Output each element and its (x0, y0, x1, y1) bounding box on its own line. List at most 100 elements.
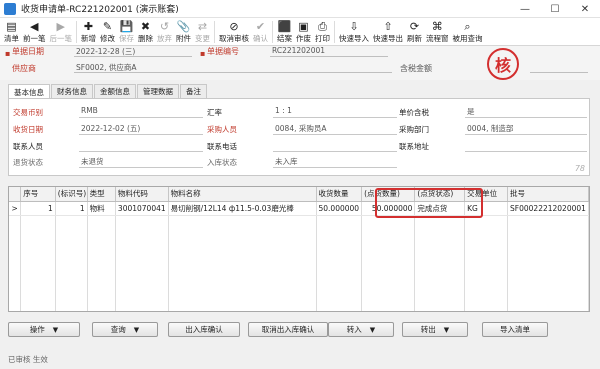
toolbar-button-edit[interactable]: ✎ 修改 (98, 18, 117, 46)
attachment-icon: 📎 (176, 20, 191, 33)
import-list-button[interactable]: 导入清单 (482, 322, 548, 337)
stock-confirm-button[interactable]: 出入库确认 (168, 322, 240, 337)
empty-cell (9, 285, 22, 299)
toolbar-button-quick-export[interactable]: ⇧ 快速导出 (371, 18, 405, 46)
column-header[interactable]: 序号 (20, 187, 56, 202)
toolbar-button-delete[interactable]: ✖ 删除 (136, 18, 155, 46)
window-controls: — ☐ ✕ (510, 0, 600, 18)
empty-cell (316, 215, 363, 229)
toolbar-button-arrow-right[interactable]: ▶ 后一笔 (48, 18, 75, 46)
cell-batch[interactable]: SF00022212020001 (507, 201, 589, 216)
cell-name[interactable]: 易切削钢/12L14 ф11.5-0.03磨光棒 (168, 201, 317, 216)
buyer-field[interactable] (273, 134, 397, 135)
empty-cell (168, 299, 317, 311)
empty-row (9, 243, 589, 257)
tab-0[interactable]: 基本信息 (8, 84, 50, 99)
empty-cell (115, 243, 169, 257)
dept-field[interactable] (465, 134, 587, 135)
tab-4[interactable]: 备注 (180, 84, 207, 98)
rate-field[interactable] (273, 117, 397, 118)
currency-field[interactable] (79, 117, 203, 118)
toolbar-button-save[interactable]: 💾 保存 (117, 18, 136, 46)
empty-cell (115, 229, 169, 243)
toolbar-button-label: 后一笔 (49, 34, 73, 43)
toolbar-button-label: 流程窗 (426, 34, 449, 43)
empty-cell (20, 229, 56, 243)
phone-label: 联系电话 (207, 142, 237, 151)
cell-tag[interactable]: 1 (55, 201, 88, 216)
toolbar-separator (76, 21, 77, 43)
toolbar-button-refresh[interactable]: ⟳ 刷新 (405, 18, 424, 46)
column-header[interactable]: 物料代码 (115, 187, 169, 202)
doc-no-field[interactable]: RC221202001 (270, 46, 388, 57)
column-header[interactable]: 批号 (507, 187, 589, 202)
close-button[interactable]: ✕ (570, 0, 600, 18)
empty-cell (168, 271, 317, 285)
cell-unit[interactable]: KG (464, 201, 509, 216)
empty-cell (20, 215, 56, 229)
toolbar-button-label: 刷新 (407, 34, 422, 43)
address-field[interactable] (465, 151, 587, 152)
column-header[interactable]: (点货数量) (361, 187, 416, 202)
transfer-in-button[interactable]: 转入 ▼ (328, 322, 394, 337)
supplier-field[interactable]: SF0002, 供应商A (74, 62, 392, 73)
transfer-out-button[interactable]: 转出 ▼ (402, 322, 468, 337)
toolbar-button-usage-query[interactable]: ⌕ 被用查询 (451, 18, 485, 46)
column-header[interactable]: 交易单位 (464, 187, 509, 202)
cancel-stock-confirm-button[interactable]: 取消出入库确认 (248, 322, 328, 337)
toolbar-button-print[interactable]: ⎙ 打印 (313, 18, 332, 46)
column-header[interactable]: (点货状态) (414, 187, 466, 202)
doc-no-value: RC221202001 (272, 46, 326, 55)
column-header[interactable]: (标识号) (55, 187, 88, 202)
empty-cell (55, 257, 88, 271)
table-row[interactable]: >1 1 物料 3001070041 易切削钢/12L14 ф11.5-0.03磨光棒 5… (9, 201, 589, 216)
query-button[interactable]: 查询 ▼ (92, 322, 158, 337)
toolbar-button-quick-import[interactable]: ⇩ 快速导入 (337, 18, 371, 46)
cell-count-qty[interactable]: 50.000000 (361, 201, 416, 216)
toolbar-button-arrow-left[interactable]: ◀ 前一笔 (21, 18, 48, 46)
empty-cell (87, 257, 116, 271)
cell-type[interactable]: 物料 (87, 201, 116, 216)
toolbar-button-new[interactable]: ✚ 新增 (79, 18, 98, 46)
doc-date-field[interactable]: 2022-12-28 (三) (74, 46, 192, 57)
stock-field (273, 167, 397, 168)
toolbar-button-close-case[interactable]: ⬛ 结案 (275, 18, 294, 46)
column-header[interactable]: 收货数量 (316, 187, 363, 202)
toolbar: ▤ 清单 ◀ 前一笔 ▶ 后一笔 ✚ 新增 ✎ 修改 💾 保存 ✖ 删除 ↺ 放弃 📎 附件 ⇄ 变更 ⊘ 取消审核 ✔ 确认… (0, 18, 600, 46)
cell-code[interactable]: 3001070041 (115, 201, 169, 216)
cell-count-status[interactable]: 完成点货 (414, 201, 466, 216)
operate-button[interactable]: 操作 ▼ (8, 322, 80, 337)
tax-field[interactable] (465, 117, 587, 118)
edit-icon: ✎ (102, 20, 113, 33)
toolbar-button-attachment[interactable]: 📎 附件 (174, 18, 193, 46)
quick-import-icon: ⇩ (349, 20, 359, 33)
toolbar-button-void[interactable]: ▣ 作废 (294, 18, 313, 46)
cell-seq[interactable]: 1 (20, 201, 56, 216)
cell-qty[interactable]: 50.000000 (316, 201, 363, 216)
toolbar-button-change[interactable]: ⇄ 变更 (193, 18, 212, 46)
empty-cell (168, 229, 317, 243)
tab-2[interactable]: 金额信息 (94, 84, 136, 98)
empty-cell (168, 285, 317, 299)
toolbar-button-label: 快速导出 (373, 34, 403, 43)
dept-value: 0004, 制造部 (467, 124, 514, 133)
toolbar-button-confirm[interactable]: ✔ 确认 (251, 18, 270, 46)
contact-field[interactable] (79, 151, 203, 152)
minimize-button[interactable]: — (510, 0, 540, 18)
maximize-button[interactable]: ☐ (540, 0, 570, 18)
tab-3[interactable]: 管理数据 (137, 84, 179, 98)
amount-field (530, 62, 588, 73)
toolbar-button-discard[interactable]: ↺ 放弃 (155, 18, 174, 46)
phone-field[interactable] (273, 151, 397, 152)
column-header[interactable]: 类型 (87, 187, 116, 202)
receive-date-field[interactable] (79, 134, 203, 135)
toolbar-button-cancel-audit[interactable]: ⊘ 取消审核 (217, 18, 251, 46)
column-header[interactable]: 物料名称 (168, 187, 317, 202)
toolbar-button-list[interactable]: ▤ 清单 (2, 18, 21, 46)
toolbar-separator (272, 21, 273, 43)
cell-marker[interactable]: > (9, 201, 22, 216)
empty-row (9, 271, 589, 285)
toolbar-button-flow-window[interactable]: ⌘ 流程窗 (424, 18, 451, 46)
tab-1[interactable]: 财务信息 (51, 84, 93, 98)
receive-date-label: 收货日期 (13, 125, 43, 134)
